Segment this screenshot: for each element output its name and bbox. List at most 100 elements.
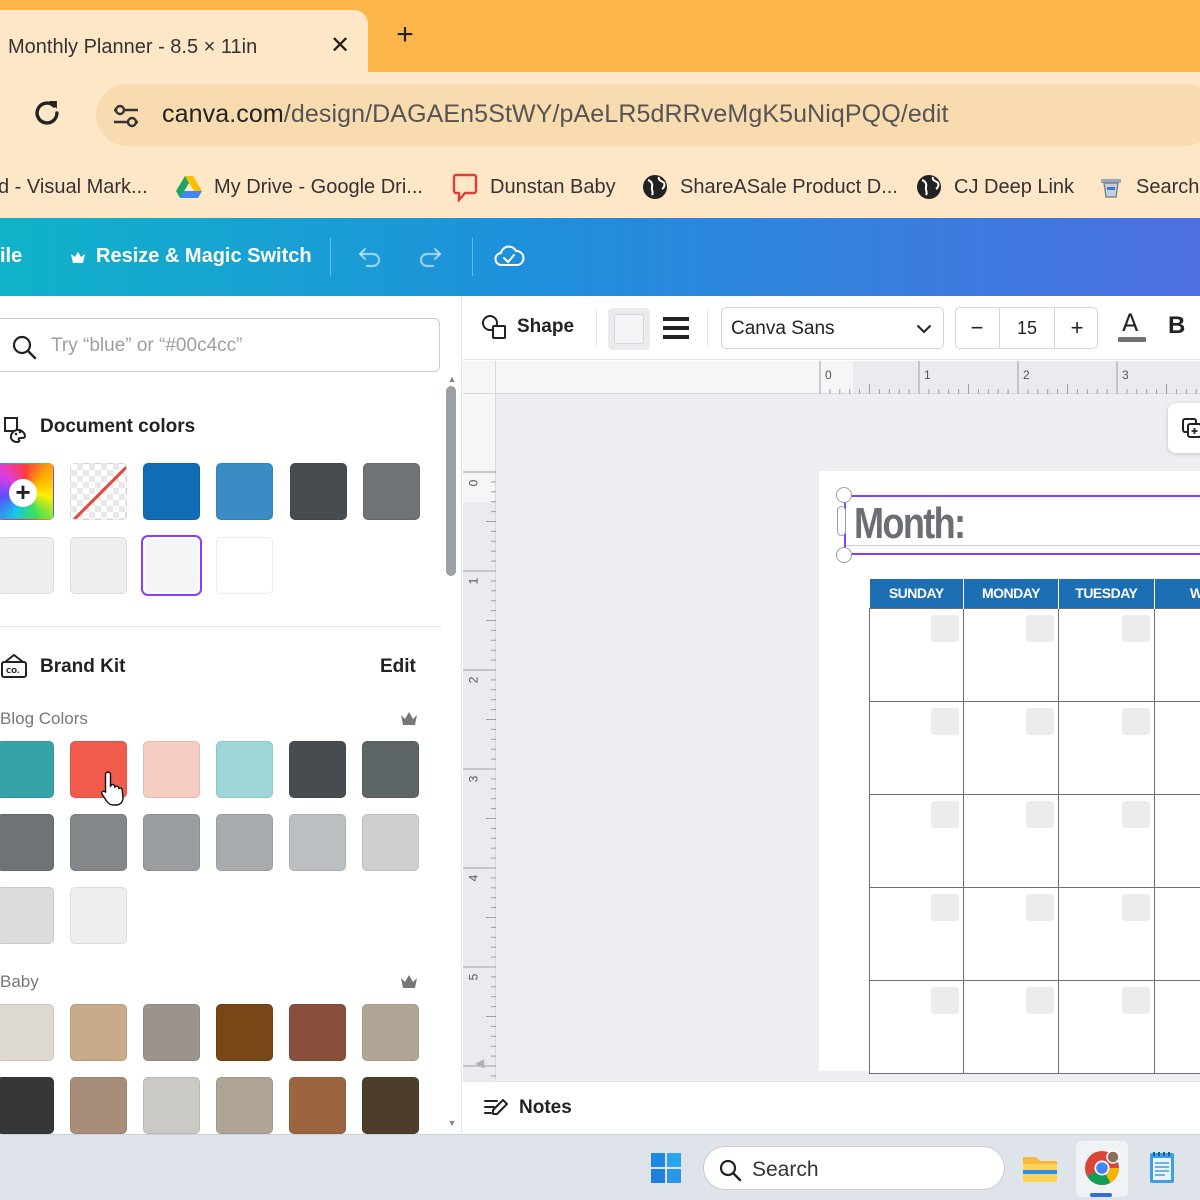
bookmark-dunstan-baby[interactable]: Dunstan Baby	[452, 170, 616, 204]
bookmark-google-drive[interactable]: My Drive - Google Dri...	[176, 170, 423, 204]
undo-icon[interactable]	[352, 240, 384, 272]
color-swatch[interactable]	[289, 1004, 346, 1061]
color-swatch[interactable]	[143, 1077, 200, 1134]
calendar-day-cell[interactable]	[1057, 886, 1155, 981]
add-color-swatch[interactable]: +	[0, 463, 54, 520]
calendar-day-cell[interactable]	[868, 886, 965, 981]
color-swatch[interactable]	[0, 887, 54, 944]
color-swatch[interactable]	[363, 463, 420, 520]
color-swatch[interactable]	[289, 741, 346, 798]
calendar-day-cell[interactable]	[963, 607, 1059, 702]
calendar-day-cell[interactable]	[963, 700, 1059, 795]
file-menu-button[interactable]: ile	[0, 245, 22, 268]
color-swatch[interactable]	[216, 1077, 273, 1134]
calendar-day-cell[interactable]	[868, 700, 965, 795]
color-swatch[interactable]	[216, 741, 273, 798]
increase-font-size-button[interactable]: +	[1056, 308, 1098, 348]
calendar-day-cell[interactable]	[1153, 979, 1200, 1074]
color-swatch[interactable]	[143, 814, 200, 871]
calendar-grid[interactable]: SUNDAY MONDAY TUESDAY W	[868, 579, 1200, 1074]
chrome-icon[interactable]	[1082, 1148, 1122, 1188]
resize-handle-left[interactable]	[837, 506, 846, 536]
color-swatch[interactable]	[70, 814, 127, 871]
browser-tab-monthly-planner[interactable]: Monthly Planner - 8.5 × 11in ✕	[0, 10, 368, 72]
color-swatch[interactable]	[216, 537, 273, 594]
shape-button[interactable]: Shape	[481, 314, 574, 340]
panel-scrollbar-thumb[interactable]	[446, 386, 456, 576]
calendar-day-cell[interactable]	[1153, 700, 1200, 795]
calendar-day-cell[interactable]	[1153, 607, 1200, 702]
cloud-saved-icon[interactable]	[493, 240, 525, 272]
color-swatch[interactable]	[290, 463, 347, 520]
color-swatch[interactable]	[143, 741, 200, 798]
color-search-input[interactable]	[51, 331, 421, 361]
file-explorer-icon[interactable]	[1020, 1148, 1060, 1188]
notepad-icon[interactable]	[1142, 1148, 1182, 1188]
color-swatch[interactable]	[0, 814, 54, 871]
design-canvas-area[interactable]: 0 1 2 3 0 1 2 3 4 5 Month: SUNDAY MONDAY T…	[463, 361, 1200, 1081]
design-page[interactable]: Month: SUNDAY MONDAY TUESDAY W	[819, 471, 1200, 1074]
color-swatch[interactable]	[0, 1004, 54, 1061]
calendar-day-cell[interactable]	[963, 793, 1059, 888]
font-family-dropdown[interactable]: Canva Sans	[721, 307, 944, 349]
taskbar-search-box[interactable]: Search	[703, 1146, 1005, 1190]
color-swatch[interactable]	[216, 1004, 273, 1061]
color-swatch[interactable]	[70, 537, 127, 594]
month-text-box-selected[interactable]: Month:	[844, 495, 1200, 555]
scroll-up-arrow[interactable]: ▲	[445, 374, 459, 384]
resize-magic-switch-button[interactable]: Resize & Magic Switch	[70, 245, 312, 268]
selected-color-swatch[interactable]	[143, 537, 200, 594]
url-text[interactable]: canva.com/design/DAGAEn5StWY/pAeLR5dRRve…	[162, 100, 949, 129]
calendar-day-cell[interactable]	[868, 793, 965, 888]
notes-button[interactable]: Notes	[483, 1097, 572, 1119]
color-swatch[interactable]	[216, 463, 273, 520]
color-swatch[interactable]	[362, 741, 419, 798]
reload-icon[interactable]	[30, 96, 64, 130]
redo-icon[interactable]	[416, 240, 448, 272]
calendar-day-cell[interactable]	[868, 979, 965, 1074]
color-swatch[interactable]	[289, 1077, 346, 1134]
windows-start-icon[interactable]	[650, 1152, 682, 1184]
bookmark-visual-mark[interactable]: d - Visual Mark...	[0, 170, 148, 204]
color-swatch[interactable]	[362, 1077, 419, 1134]
bookmark-search[interactable]: Search	[1098, 170, 1199, 204]
calendar-day-cell[interactable]	[1153, 886, 1200, 981]
color-swatch[interactable]	[70, 887, 127, 944]
text-color-icon[interactable]: A	[1118, 310, 1146, 344]
color-swatch[interactable]	[143, 463, 200, 520]
calendar-day-cell[interactable]	[868, 607, 965, 702]
calendar-day-cell[interactable]	[1057, 793, 1155, 888]
bookmark-cj-deep-link[interactable]: CJ Deep Link	[916, 170, 1074, 204]
duplicate-page-button[interactable]	[1168, 403, 1200, 453]
bookmark-shareasale[interactable]: ShareASale Product D...	[642, 170, 898, 204]
color-swatch[interactable]	[362, 1004, 419, 1061]
transparent-swatch[interactable]	[70, 463, 127, 520]
scroll-left-arrow[interactable]: ◀	[475, 1056, 484, 1070]
color-search-box[interactable]	[0, 318, 440, 372]
calendar-day-cell[interactable]	[1057, 607, 1155, 702]
scroll-down-arrow[interactable]: ▼	[445, 1118, 459, 1128]
decrease-font-size-button[interactable]: −	[956, 308, 998, 348]
color-swatch[interactable]	[143, 1004, 200, 1061]
calendar-day-cell[interactable]	[1153, 793, 1200, 888]
color-swatch[interactable]	[70, 1077, 127, 1134]
calendar-day-cell[interactable]	[963, 979, 1059, 1074]
bold-button[interactable]: B	[1168, 312, 1185, 340]
month-heading-text[interactable]: Month:	[854, 499, 966, 549]
address-bar[interactable]: canva.com/design/DAGAEn5StWY/pAeLR5dRRve…	[96, 84, 1200, 146]
border-style-icon[interactable]	[663, 316, 689, 340]
calendar-day-cell[interactable]	[1057, 700, 1155, 795]
fill-color-button[interactable]	[608, 308, 650, 350]
resize-handle-bottom-left[interactable]	[836, 547, 852, 563]
color-swatch[interactable]	[0, 741, 54, 798]
resize-handle-top-left[interactable]	[836, 487, 852, 503]
color-swatch[interactable]	[362, 814, 419, 871]
new-tab-button[interactable]: +	[390, 20, 420, 52]
calendar-day-cell[interactable]	[963, 886, 1059, 981]
color-swatch[interactable]	[216, 814, 273, 871]
font-size-input[interactable]: 15	[999, 308, 1055, 348]
color-swatch[interactable]	[289, 814, 346, 871]
color-swatch[interactable]	[0, 1077, 54, 1134]
color-swatch[interactable]	[0, 537, 54, 594]
calendar-day-cell[interactable]	[1057, 979, 1155, 1074]
